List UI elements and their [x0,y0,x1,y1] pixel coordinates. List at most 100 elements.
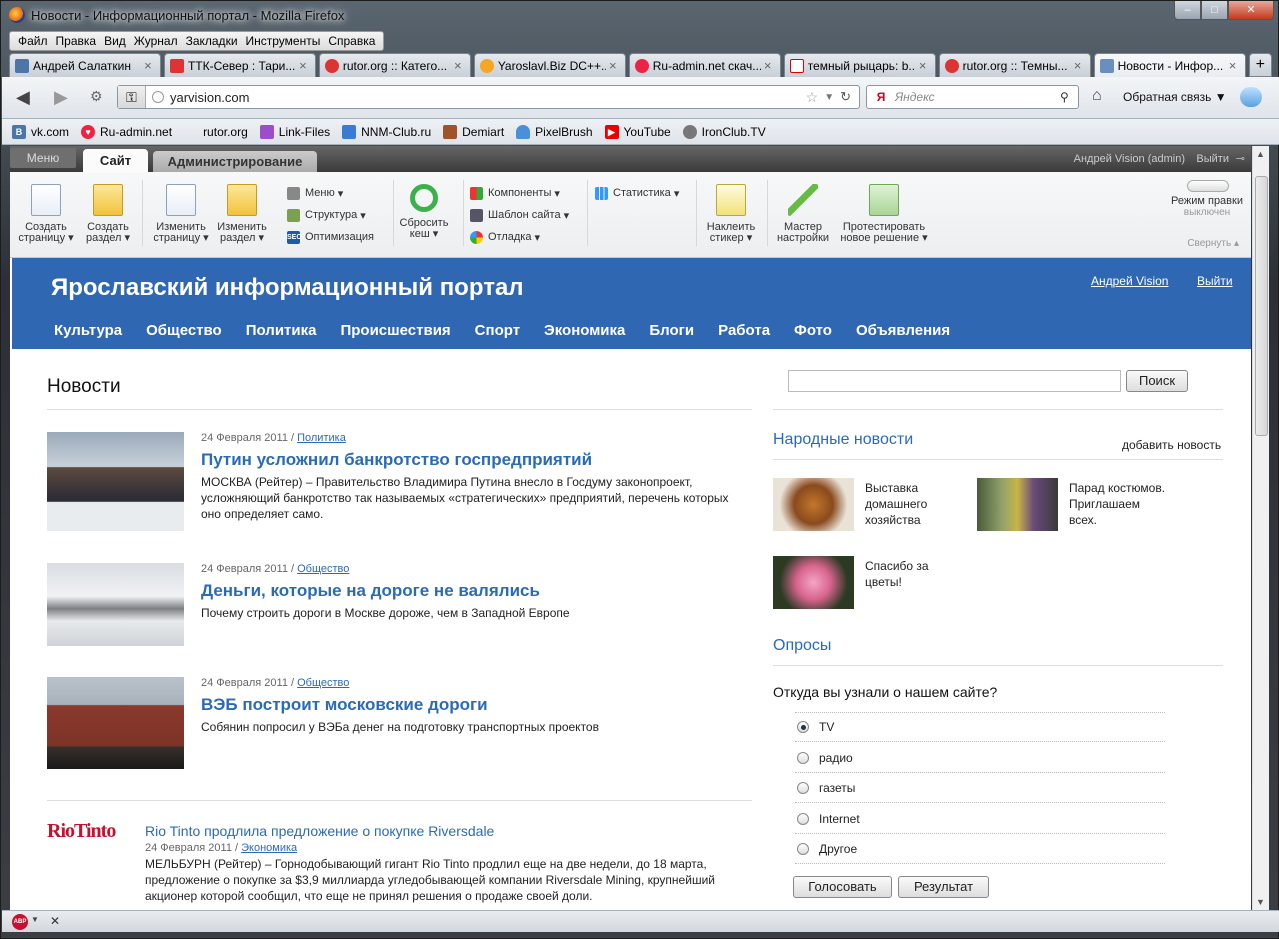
tab[interactable]: rutor.org :: Катего... × [318,53,471,77]
tab[interactable]: Yaroslavl.Biz DC++... × [473,53,626,77]
menu-bookmarks[interactable]: Закладки [182,34,242,48]
sticker-button[interactable]: Наклеить стикер ▾ [702,184,760,244]
wizard-button[interactable]: Мастер настройки [773,184,833,244]
people-news-item[interactable]: Выставка домашнего хозяйства [773,478,973,534]
people-news-item[interactable]: Спасибо за цветы! [773,556,973,612]
site-title[interactable]: Ярославский информационный портал [51,274,524,302]
bookmark-pixelbrush[interactable]: PixelBrush [516,124,593,139]
chevron-down-icon[interactable]: ▼ [824,92,834,103]
bookmark-ru-admin[interactable]: ♥ Ru-admin.net [81,124,172,139]
poll-option[interactable]: газеты [795,773,1165,803]
search-button[interactable]: Поиск [1126,370,1188,392]
poll-option[interactable]: Другое [795,834,1165,864]
edit-section-button[interactable]: Изменить раздел ▾ [214,184,270,244]
article-title[interactable]: ВЭБ построит московские дороги [201,695,488,715]
close-tab-icon[interactable]: × [141,58,155,73]
people-news-text[interactable]: Спасибо за цветы! [865,558,965,590]
article-image[interactable] [47,563,184,646]
admin-logout-link[interactable]: Выйти [1196,153,1229,165]
scroll-thumb[interactable] [1255,176,1268,436]
poll-option[interactable]: TV [795,712,1165,742]
vertical-scrollbar[interactable]: ▲ ▼ [1252,146,1269,910]
menu-tool[interactable]: Меню ▾ [287,182,374,204]
close-tab-icon[interactable]: × [296,58,310,73]
create-section-button[interactable]: Создать раздел ▾ [80,184,136,244]
radio[interactable] [797,812,809,825]
menu-help[interactable]: Справка [324,34,379,48]
seo-tool[interactable]: SEO Оптимизация [287,226,374,248]
tab[interactable]: Ru-admin.net скач... × [628,53,781,77]
admin-user[interactable]: Андрей Vision (admin) [1074,153,1185,165]
close-icon[interactable]: ✕ [50,914,60,928]
tab[interactable]: темный рыцарь: b... × [783,53,936,77]
back-icon[interactable]: ◀ [16,87,30,108]
article-category-link[interactable]: Общество [297,677,349,689]
nav-ads[interactable]: Объявления [856,322,950,339]
tab[interactable]: rutor.org :: Темны... × [938,53,1091,77]
stats-tool[interactable]: Статистика ▾ [595,182,679,204]
close-tab-icon[interactable]: × [761,58,775,73]
nav-photo[interactable]: Фото [794,322,832,339]
tab[interactable]: Андрей Салаткин × [9,53,161,77]
article-title[interactable]: Путин усложнил банкротство госпредприяти… [201,450,592,470]
article-title[interactable]: Rio Tinto продлила предложение о покупке… [145,823,494,839]
edit-page-button[interactable]: Изменить страницу ▾ [150,184,212,244]
people-news-image[interactable] [773,478,854,531]
people-news-item[interactable]: Парад костюмов. Приглашаем всех. [977,478,1177,534]
people-news-image[interactable] [977,478,1058,531]
reset-cache-button[interactable]: Сбросить кеш ▾ [395,184,453,240]
result-button[interactable]: Результат [898,876,989,898]
forward-icon[interactable]: ▶ [54,87,68,108]
menu-file[interactable]: Файл [14,34,52,48]
radio[interactable] [797,781,809,794]
radio-selected[interactable] [797,721,809,733]
logout-link[interactable]: Выйти [1197,274,1233,288]
user-link[interactable]: Андрей Vision [1091,274,1168,288]
people-news-text[interactable]: Парад костюмов. Приглашаем всех. [1069,480,1169,528]
people-news-text[interactable]: Выставка домашнего хозяйства [865,480,965,528]
template-tool[interactable]: Шаблон сайта ▾ [470,204,569,226]
search-icon[interactable]: ⚲ [1060,90,1078,104]
radio[interactable] [797,842,809,855]
radio[interactable] [797,751,809,764]
article-image[interactable] [47,677,184,769]
star-icon[interactable]: ☆ [806,89,819,106]
site-search-input[interactable] [788,370,1121,392]
admin-menu-button[interactable]: Меню [10,148,76,168]
create-page-button[interactable]: Создать страницу ▾ [18,184,74,244]
bookmark-demiart[interactable]: Demiart [443,124,504,139]
nav-incidents[interactable]: Происшествия [340,322,450,339]
debug-tool[interactable]: Отладка ▾ [470,226,569,248]
tab-administration[interactable]: Администрирование [153,151,317,172]
tab-active[interactable]: Новости - Инфор... × [1093,53,1246,77]
menu-view[interactable]: Вид [100,34,130,48]
url-bar[interactable]: ⚿ yarvision.com ☆ ▼ ↻ [117,85,860,109]
home-icon[interactable]: ⌂ [1092,87,1102,105]
nav-economy[interactable]: Экономика [544,322,625,339]
menu-tools[interactable]: Инструменты [242,34,325,48]
bookmark-link-files[interactable]: Link-Files [259,124,330,139]
article-category-link[interactable]: Политика [297,432,346,444]
bookmark-ironclub[interactable]: IronClub.TV [682,124,766,139]
structure-tool[interactable]: Структура ▾ [287,204,374,226]
nav-society[interactable]: Общество [146,322,222,339]
nav-jobs[interactable]: Работа [718,322,770,339]
bookmark-vk[interactable]: Bvk.com [12,124,69,139]
chevron-down-icon[interactable]: ▼ [31,915,39,924]
close-button[interactable]: ✕ [1228,1,1274,20]
tab[interactable]: ТТК-Север : Тари... × [163,53,316,77]
nav-politics[interactable]: Политика [246,322,317,339]
article-category-link[interactable]: Экономика [241,842,297,854]
collapse-panel-button[interactable]: Свернуть ▴ [1187,238,1239,249]
nav-sport[interactable]: Спорт [475,322,520,339]
scroll-down-icon[interactable]: ▼ [1256,897,1265,907]
menu-history[interactable]: Журнал [130,34,182,48]
people-news-image[interactable] [773,556,854,609]
people-news-title[interactable]: Народные новости [773,431,913,449]
components-tool[interactable]: Компоненты ▾ [470,182,569,204]
maximize-button[interactable]: □ [1201,1,1228,20]
close-tab-icon[interactable]: × [606,58,620,73]
cloud-icon[interactable] [1240,87,1262,107]
bookmark-rutor[interactable]: rutor.org [184,125,248,139]
search-bar[interactable]: Я Яндекс ⚲ [866,85,1079,109]
